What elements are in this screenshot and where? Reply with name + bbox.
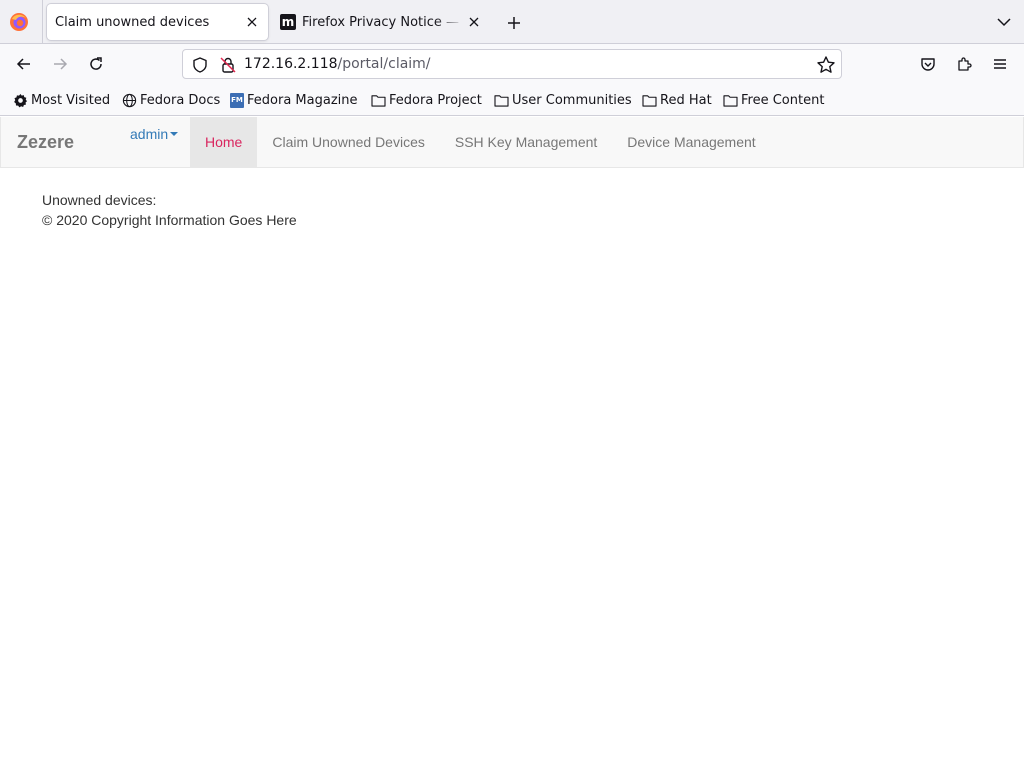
globe-icon <box>121 92 137 108</box>
nav-device-management[interactable]: Device Management <box>612 117 770 167</box>
caret-down-icon <box>170 132 179 136</box>
chevron-down-icon <box>997 18 1011 27</box>
nav-home[interactable]: Home <box>190 117 258 167</box>
tab-firefox-privacy-notice[interactable]: m Firefox Privacy Notice — Mozilla <box>272 4 490 40</box>
bookmark-label: Free Content <box>741 92 825 108</box>
bookmark-label: Fedora Magazine <box>247 92 358 108</box>
user-menu-dropdown[interactable]: admin <box>130 126 179 142</box>
bookmark-label: Fedora Project <box>389 92 482 108</box>
folder-icon <box>493 92 509 108</box>
insecure-lock-icon[interactable] <box>219 56 237 74</box>
gear-icon <box>12 92 28 108</box>
bookmark-folder-free-content[interactable]: Free Content <box>722 91 824 109</box>
site-navbar: Zezere admin Home Claim Unowned Devices … <box>0 117 1024 168</box>
close-icon <box>469 17 479 27</box>
close-tab-button[interactable] <box>464 12 484 32</box>
browser-window: Claim unowned devices m Firefox Privacy … <box>0 0 1024 768</box>
user-menu-label: admin <box>130 126 169 142</box>
extensions-button[interactable] <box>952 52 976 76</box>
list-all-tabs-button[interactable] <box>994 12 1014 32</box>
arrow-right-icon <box>54 58 68 70</box>
nav-ssh-key-management[interactable]: SSH Key Management <box>440 117 612 167</box>
brand-link[interactable]: Zezere <box>17 132 74 153</box>
bookmarks-toolbar: Most Visited Fedora Docs FM Fedora Magaz… <box>0 84 1024 116</box>
folder-icon <box>641 92 657 108</box>
folder-icon <box>722 92 738 108</box>
close-icon <box>247 17 257 27</box>
pocket-icon <box>921 58 935 71</box>
puzzle-piece-icon <box>958 57 972 71</box>
footer-copyright: © 2020 Copyright Information Goes Here <box>42 212 297 228</box>
shield-icon[interactable] <box>191 56 209 74</box>
arrow-left-icon <box>16 58 30 70</box>
back-button[interactable] <box>12 52 36 76</box>
mozilla-favicon-icon: m <box>280 14 296 30</box>
tab-separator <box>42 0 43 44</box>
tab-title: Firefox Privacy Notice — Mozilla <box>302 14 464 30</box>
fedora-magazine-icon: FM <box>230 92 244 108</box>
forward-button[interactable] <box>48 52 72 76</box>
firefox-logo-icon[interactable] <box>9 12 29 32</box>
star-icon[interactable] <box>816 55 836 75</box>
close-tab-button[interactable] <box>242 12 262 32</box>
bookmark-folder-user-communities[interactable]: User Communities <box>493 91 632 109</box>
bookmark-folder-fedora-project[interactable]: Fedora Project <box>370 91 482 109</box>
bookmark-most-visited[interactable]: Most Visited <box>12 91 110 109</box>
bookmark-folder-red-hat[interactable]: Red Hat <box>641 91 712 109</box>
reload-button[interactable] <box>84 52 108 76</box>
folder-icon <box>370 92 386 108</box>
bookmark-label: Most Visited <box>31 92 111 108</box>
hamburger-menu-icon <box>994 59 1006 69</box>
web-page: Zezere admin Home Claim Unowned Devices … <box>0 117 1024 768</box>
pocket-button[interactable] <box>916 52 940 76</box>
bookmark-fedora-magazine[interactable]: FM Fedora Magazine <box>230 91 358 109</box>
app-menu-button[interactable] <box>988 52 1012 76</box>
bookmark-label: Fedora Docs <box>140 92 221 108</box>
bookmark-label: Red Hat <box>660 92 712 108</box>
tab-title: Claim unowned devices <box>55 14 210 30</box>
reload-icon <box>90 57 102 70</box>
unowned-devices-label: Unowned devices: <box>42 192 157 208</box>
site-nav-items: Home Claim Unowned Devices SSH Key Manag… <box>190 117 771 167</box>
tab-claim-unowned-devices[interactable]: Claim unowned devices <box>47 4 268 40</box>
plus-icon <box>508 17 520 29</box>
url-text[interactable]: 172.16.2.118/portal/claim/ <box>244 56 431 72</box>
url-path: /portal/claim/ <box>337 56 431 72</box>
new-tab-button[interactable] <box>503 12 525 34</box>
bookmark-label: User Communities <box>512 92 632 108</box>
url-bar[interactable]: 172.16.2.118/portal/claim/ <box>182 49 842 79</box>
url-host: 172.16.2.118 <box>244 56 338 72</box>
bookmark-fedora-docs[interactable]: Fedora Docs <box>121 91 220 109</box>
page-content: Unowned devices: © 2020 Copyright Inform… <box>42 190 297 230</box>
tab-strip: Claim unowned devices m Firefox Privacy … <box>0 0 1024 44</box>
nav-claim-unowned-devices[interactable]: Claim Unowned Devices <box>257 117 440 167</box>
